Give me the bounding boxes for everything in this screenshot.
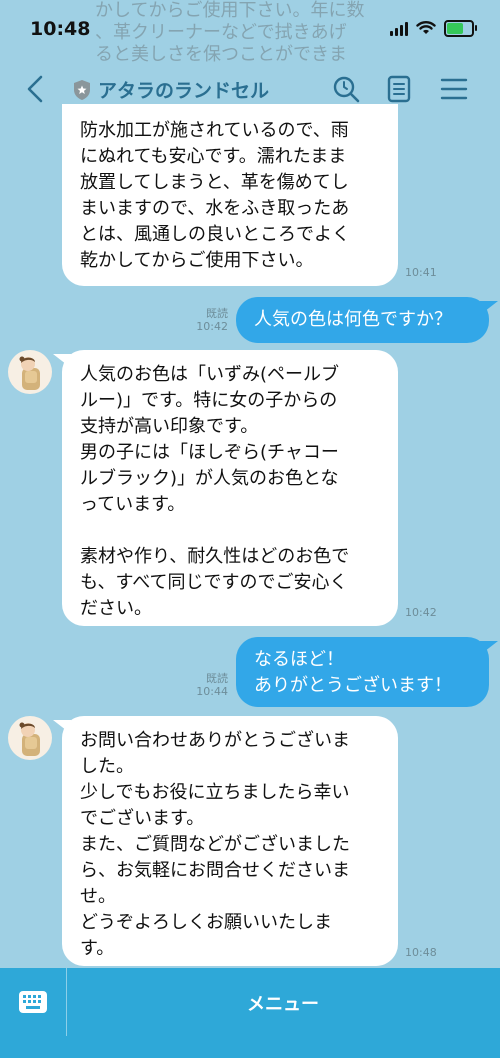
outgoing-message: 人気の色は何色ですか？ <box>236 297 498 343</box>
status-time: 10:48 <box>30 18 91 40</box>
outgoing-message: なるほど！ ありがとうございます！ <box>236 637 498 707</box>
notes-icon[interactable] <box>384 74 414 104</box>
search-icon[interactable] <box>331 74 361 104</box>
chat-title-area[interactable]: アタラのランドセル <box>72 76 269 103</box>
incoming-message: 防水加工が施されているので、雨 にぬれても安心です。濡れたまま 放置してしまうと… <box>62 104 398 286</box>
message-time: 10:41 <box>405 266 437 279</box>
menu-button[interactable]: メニュー <box>66 990 500 1016</box>
signal-icon <box>390 20 408 36</box>
keyboard-toggle-button[interactable] <box>0 968 67 1036</box>
message-time: 10:48 <box>405 946 437 959</box>
message-time: 10:42 <box>405 606 437 619</box>
verified-shield-icon <box>74 79 90 100</box>
keyboard-icon <box>19 991 47 1013</box>
shop-avatar[interactable] <box>8 716 52 760</box>
shop-avatar[interactable] <box>8 350 52 394</box>
girl-with-randoseru-avatar-icon <box>19 356 40 390</box>
wifi-icon <box>416 21 436 34</box>
scrolled-behind-text: かしてからご使用下さい。年に数 、革クリーナーなどで拭きあげ ると美しさを保つこ… <box>95 0 365 62</box>
chat-title: アタラのランドセル <box>98 80 270 102</box>
incoming-message: 人気のお色は「いずみ(ペールブ ルー)」です。特に女の子からの 支持が高い印象で… <box>53 350 398 626</box>
back-chevron-icon[interactable] <box>22 74 48 104</box>
status-bar: かしてからご使用下さい。年に数 、革クリーナーなどで拭きあげ ると美しさを保つこ… <box>0 0 500 62</box>
bottom-menu-bar: メニュー <box>0 968 500 1058</box>
read-receipt: 既読 10:42 <box>196 307 228 333</box>
incoming-message: お問い合わせありがとうございま した。 少しでもお役に立ちましたら幸い でござい… <box>53 716 398 966</box>
girl-with-randoseru-avatar-icon <box>19 722 40 756</box>
read-receipt: 既読 10:44 <box>196 672 228 698</box>
hamburger-menu-icon[interactable] <box>439 74 469 104</box>
battery-icon <box>444 19 477 37</box>
